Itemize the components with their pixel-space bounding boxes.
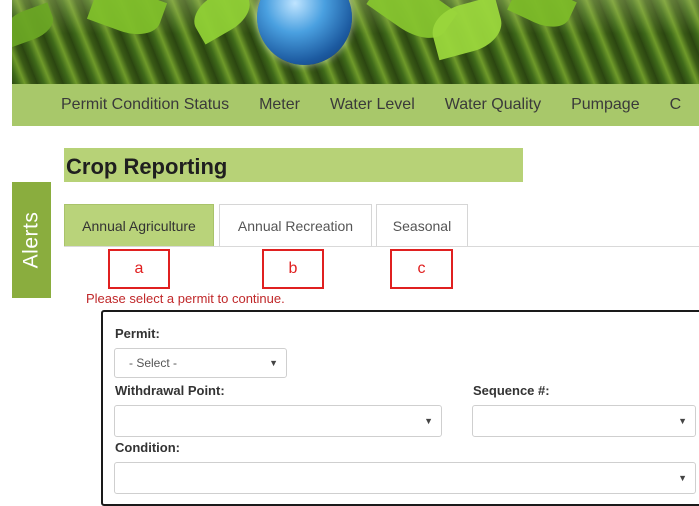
validation-message: Please select a permit to continue. <box>86 291 285 306</box>
annotation-box-a: a <box>108 249 170 289</box>
nav-item-water-quality[interactable]: Water Quality <box>430 84 556 126</box>
nav-item-truncated[interactable]: C <box>655 84 697 126</box>
permit-select-value: - Select - <box>129 356 178 370</box>
permit-label: Permit: <box>115 326 160 341</box>
condition-select[interactable]: ▼ <box>114 462 696 494</box>
sequence-select[interactable]: ▼ <box>472 405 696 437</box>
sequence-label: Sequence #: <box>473 383 550 398</box>
annotation-box-c: c <box>390 249 453 289</box>
permit-select[interactable]: - Select - ▼ <box>114 348 287 378</box>
tab-annual-recreation[interactable]: Annual Recreation <box>219 204 372 246</box>
page-title-bar: Crop Reporting <box>64 148 523 182</box>
dropdown-arrow-icon: ▼ <box>269 358 278 368</box>
permit-form-panel: Permit: - Select - ▼ Withdrawal Point: ▼… <box>101 310 699 506</box>
withdrawal-point-label: Withdrawal Point: <box>115 383 225 398</box>
annotation-box-b: b <box>262 249 324 289</box>
dropdown-arrow-icon: ▼ <box>424 416 433 426</box>
dropdown-arrow-icon: ▼ <box>678 416 687 426</box>
dropdown-arrow-icon: ▼ <box>678 473 687 483</box>
condition-label: Condition: <box>115 440 180 455</box>
tab-seasonal[interactable]: Seasonal <box>376 204 468 246</box>
page-title: Crop Reporting <box>66 154 228 179</box>
alerts-label: Alerts <box>19 211 43 269</box>
nav-item-permit-condition-status[interactable]: Permit Condition Status <box>12 84 244 126</box>
header-banner-image <box>12 0 699 84</box>
withdrawal-point-select[interactable]: ▼ <box>114 405 442 437</box>
tab-annual-agriculture[interactable]: Annual Agriculture <box>64 204 214 246</box>
main-nav: Permit Condition Status Meter Water Leve… <box>12 84 699 126</box>
nav-item-meter[interactable]: Meter <box>244 84 315 126</box>
tabs-divider <box>64 246 699 247</box>
nav-item-pumpage[interactable]: Pumpage <box>556 84 655 126</box>
alerts-tab[interactable]: Alerts <box>12 182 51 298</box>
nav-item-water-level[interactable]: Water Level <box>315 84 430 126</box>
